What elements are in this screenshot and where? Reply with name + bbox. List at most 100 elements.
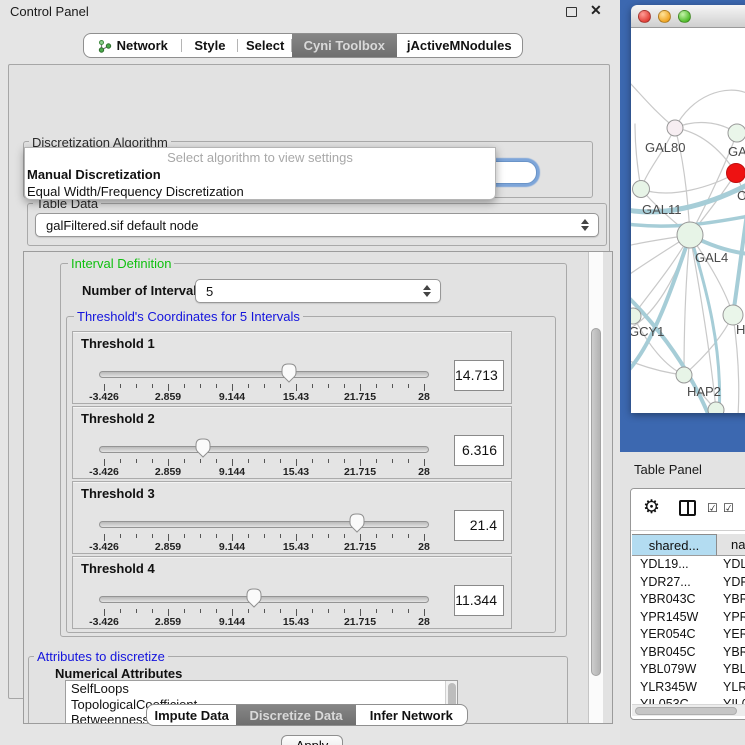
node-label-hap2: HAP2: [687, 384, 721, 399]
tick-mark: [424, 534, 425, 541]
close-panel-icon[interactable]: ✕: [590, 2, 602, 19]
slider-thumb[interactable]: [194, 437, 212, 458]
table-scrollbar-thumb[interactable]: [635, 707, 737, 715]
tab-style[interactable]: Style: [182, 34, 239, 57]
column-header-shared-[interactable]: shared...: [632, 534, 717, 556]
threshold-value-field[interactable]: 11.344: [454, 585, 504, 616]
tick-mark: [344, 384, 345, 388]
slider-thumb[interactable]: [280, 362, 298, 383]
tick-mark: [376, 609, 377, 613]
mode-tab-infer-network[interactable]: Infer Network: [356, 705, 467, 725]
tick-label: 28: [418, 616, 430, 628]
tick-mark: [104, 384, 105, 391]
tick-mark: [424, 609, 425, 616]
network-edge[interactable]: [631, 235, 690, 372]
tick-mark: [376, 534, 377, 538]
threshold-value-field[interactable]: 21.4: [454, 510, 504, 541]
node-label-gal80: GAL80: [645, 140, 685, 155]
apply-button[interactable]: Apply: [281, 735, 343, 745]
tick-mark: [408, 384, 409, 388]
threshold-value-field[interactable]: 6.316: [454, 435, 504, 466]
table-row[interactable]: YDL19...YDL19...: [632, 556, 745, 574]
table-row[interactable]: YLR345WYLR345W: [632, 679, 745, 697]
tick-mark: [104, 534, 105, 541]
settings-scrollbar-thumb[interactable]: [591, 328, 601, 676]
tick-mark: [296, 609, 297, 616]
dropdown-option-equal-width-frequency-discretization[interactable]: Equal Width/Frequency Discretization: [25, 183, 495, 200]
slider-track[interactable]: [99, 596, 429, 603]
network-node[interactable]: [708, 402, 724, 413]
network-edge[interactable]: [635, 124, 641, 189]
table-horizontal-scrollbar[interactable]: [632, 704, 745, 716]
tick-mark: [344, 609, 345, 613]
network-edge[interactable]: [633, 235, 690, 316]
table-row[interactable]: YDR27...YDR27...: [632, 574, 745, 592]
network-node[interactable]: [677, 222, 703, 248]
tab-label: Style: [194, 38, 225, 53]
close-traffic-light-icon[interactable]: [638, 10, 651, 23]
tab-network[interactable]: Network: [84, 34, 182, 57]
select-columns-icon[interactable]: ☑ ☑: [707, 501, 735, 515]
tick-mark: [168, 609, 169, 616]
number-of-intervals-combobox[interactable]: 5: [195, 279, 441, 303]
tick-label: -3.426: [89, 391, 119, 403]
threshold-value-field[interactable]: 14.713: [454, 360, 504, 391]
network-node[interactable]: [727, 164, 745, 183]
cell-shared-name: YLR345W: [632, 679, 717, 697]
float-panel-icon[interactable]: [566, 7, 577, 17]
column-layout-icon[interactable]: [679, 500, 696, 516]
dropdown-option-manual-discretization[interactable]: Manual Discretization: [25, 166, 495, 183]
zoom-traffic-light-icon[interactable]: [678, 10, 691, 23]
network-node[interactable]: [667, 120, 683, 136]
tick-mark: [104, 459, 105, 466]
network-desktop-background: GAL80GACGAL11GAL4GCY1HHAP2: [620, 0, 745, 452]
slider-thumb[interactable]: [245, 587, 263, 608]
tick-mark: [104, 609, 105, 616]
tab-label: Network: [117, 38, 168, 53]
tick-mark: [216, 459, 217, 463]
network-node[interactable]: [728, 124, 745, 142]
network-edge[interactable]: [631, 80, 675, 128]
slider-track[interactable]: [99, 446, 429, 453]
network-node[interactable]: [676, 367, 692, 383]
minimize-traffic-light-icon[interactable]: [658, 10, 671, 23]
slider-track[interactable]: [99, 521, 429, 528]
spinner-arrows-icon: [423, 285, 431, 297]
node-label-h: H: [736, 322, 745, 337]
tab-label: Cyni Toolbox: [304, 38, 385, 53]
gear-icon[interactable]: ⚙: [643, 497, 660, 519]
tick-label: 9.144: [219, 616, 245, 628]
network-edge[interactable]: [641, 173, 736, 193]
network-node[interactable]: [633, 181, 650, 198]
column-header-name[interactable]: name: [717, 534, 745, 556]
attributes-legend: Attributes to discretize: [34, 649, 168, 664]
network-edge[interactable]: [641, 128, 675, 189]
tab-select[interactable]: Select: [238, 34, 292, 57]
mode-tab-impute-data[interactable]: Impute Data: [147, 705, 236, 725]
table-row[interactable]: YPR145WYPR145W: [632, 609, 745, 627]
cell-name: YER054C: [717, 626, 745, 644]
tick-mark: [312, 384, 313, 388]
network-window-titlebar[interactable]: [631, 5, 745, 28]
table-row[interactable]: YBL079WYBL079W: [632, 661, 745, 679]
tick-mark: [200, 459, 201, 463]
table-row[interactable]: YER054CYER054C: [632, 626, 745, 644]
slider-track[interactable]: [99, 371, 429, 378]
slider-thumb[interactable]: [348, 512, 366, 533]
tick-mark: [280, 384, 281, 388]
mode-tab-discretize-data[interactable]: Discretize Data: [236, 705, 355, 725]
network-edge[interactable]: [733, 214, 745, 315]
tab-cyni-toolbox[interactable]: Cyni Toolbox: [292, 34, 397, 57]
network-graph-canvas[interactable]: GAL80GACGAL11GAL4GCY1HHAP2: [631, 28, 745, 413]
table-data-value: galFiltered.sif default node: [36, 218, 581, 233]
list-item-selfloops[interactable]: SelfLoops: [66, 681, 457, 697]
network-edge[interactable]: [675, 90, 745, 128]
table-row[interactable]: YBR045CYBR045C: [632, 644, 745, 662]
cell-name: YBR043C: [717, 591, 745, 609]
cell-shared-name: YDL19...: [632, 556, 717, 574]
tick-mark: [344, 459, 345, 463]
settings-vertical-scrollbar[interactable]: [588, 252, 603, 724]
table-row[interactable]: YBR043CYBR043C: [632, 591, 745, 609]
table-data-combobox[interactable]: galFiltered.sif default node: [35, 213, 599, 237]
tab-jactivemnodules[interactable]: jActiveMNodules: [397, 34, 522, 57]
